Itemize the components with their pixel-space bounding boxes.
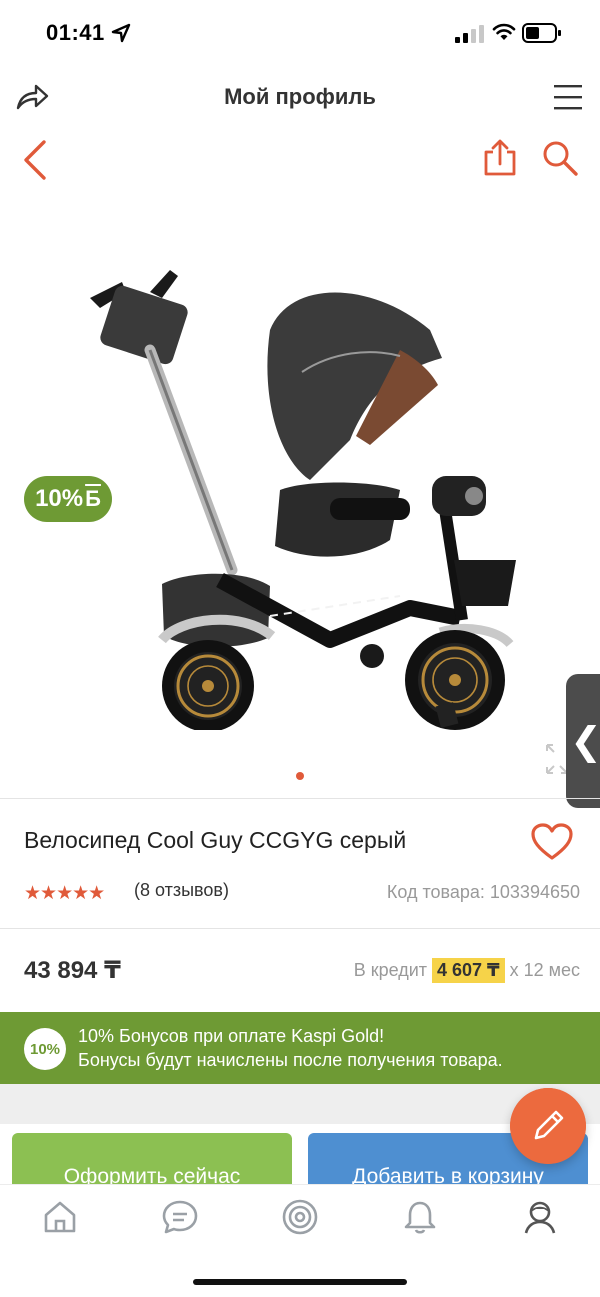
- top-nav: Мой профиль: [0, 70, 600, 126]
- price-row: 43 894 ₸ В кредит 4 607 ₸ х 12 мес: [24, 950, 580, 990]
- credit-prefix: В кредит: [353, 960, 427, 980]
- divider: [0, 928, 600, 929]
- bell-icon[interactable]: [400, 1197, 440, 1237]
- product-gallery[interactable]: 10% Б ❮: [0, 200, 600, 808]
- credit-info: В кредит 4 607 ₸ х 12 мес: [354, 958, 580, 983]
- location-arrow-icon: [111, 23, 131, 43]
- product-title-block: Велосипед Cool Guy CCGYG серый: [24, 820, 584, 860]
- bonus-circle-badge: 10%: [24, 1028, 66, 1070]
- rating-stars[interactable]: ★★★★★: [24, 882, 105, 905]
- edit-fab-button[interactable]: [510, 1088, 586, 1164]
- home-indicator: [193, 1279, 407, 1285]
- heart-icon[interactable]: [530, 822, 574, 862]
- home-icon[interactable]: [40, 1197, 80, 1237]
- menu-icon[interactable]: [552, 82, 584, 112]
- bonus-line-2: Бонусы будут начислены после получения т…: [78, 1050, 503, 1070]
- chat-icon[interactable]: [160, 1197, 200, 1237]
- signal-icon: [455, 25, 484, 43]
- product-nav: [0, 130, 600, 190]
- search-icon[interactable]: [540, 138, 580, 178]
- credit-amount: 4 607 ₸: [432, 958, 505, 983]
- bonus-badge: 10% Б: [24, 476, 112, 522]
- profile-icon[interactable]: [520, 1197, 560, 1237]
- status-bar: 01:41: [0, 0, 600, 70]
- page-title: Мой профиль: [224, 84, 376, 109]
- order-now-button[interactable]: Оформить сейчас: [12, 1133, 292, 1184]
- battery-icon: [522, 23, 561, 43]
- back-icon[interactable]: [20, 138, 50, 182]
- reviews-link[interactable]: (8 отзывов): [134, 880, 229, 901]
- rating-row: ★★★★★ (8 отзывов) Код товара: 103394650: [24, 878, 580, 908]
- target-icon[interactable]: [280, 1197, 320, 1237]
- gallery-dot-active[interactable]: [296, 772, 304, 780]
- bonus-line-1: 10% Бонусов при оплате Kaspi Gold!: [78, 1026, 385, 1046]
- tab-bar: [0, 1184, 600, 1254]
- price: 43 894 ₸: [24, 957, 121, 984]
- product-image[interactable]: [70, 240, 540, 730]
- divider: [0, 798, 600, 799]
- product-code: Код товара: 103394650: [386, 882, 580, 902]
- status-time: 01:41: [46, 20, 105, 45]
- bonus-banner[interactable]: 10% 10% Бонусов при оплате Kaspi Gold! Б…: [0, 1012, 600, 1084]
- side-tab-toggle[interactable]: ❮: [566, 674, 600, 808]
- chevron-left-icon: ❮: [570, 720, 600, 763]
- share-icon[interactable]: [482, 138, 518, 178]
- wifi-icon: [492, 23, 516, 40]
- product-title: Велосипед Cool Guy CCGYG серый: [24, 827, 407, 853]
- credit-term: х 12 мес: [509, 960, 580, 980]
